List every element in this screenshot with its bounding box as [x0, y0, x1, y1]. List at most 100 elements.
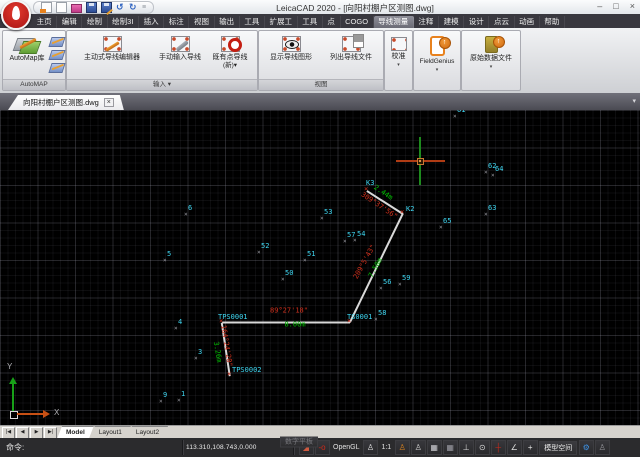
ribbon-panel-rawdata: ↑ 原始数据文件 ▾	[461, 30, 521, 91]
menu-tab-动画[interactable]: 动画	[515, 16, 540, 28]
automap-layers-icon-2[interactable]	[48, 50, 65, 60]
ucs-y-axis	[12, 381, 14, 414]
menu-tab-标注[interactable]: 标注	[164, 16, 189, 28]
maximize-button[interactable]: □	[613, 1, 618, 12]
grid-icon[interactable]: ▦	[443, 440, 458, 455]
panel-caption-view[interactable]: 视图	[259, 79, 383, 90]
chevron-down-icon: ▾	[387, 62, 410, 68]
point-marker: ×	[398, 282, 402, 288]
quick-access-toolbar: ↺ ↻ ≡	[33, 1, 154, 14]
ribbon-panel-fieldgenius: ↑ FieldGenius ▾	[413, 30, 461, 91]
undo-icon[interactable]: ↺	[116, 3, 125, 12]
point-label: 65	[443, 218, 451, 225]
open-file-icon[interactable]	[71, 4, 82, 13]
document-tab[interactable]: 向阳村棚户区测图.dwg ×	[8, 95, 124, 110]
redo-icon[interactable]: ↻	[129, 3, 138, 12]
point-marker: ×	[379, 286, 383, 292]
qat-more-icon[interactable]: ≡	[142, 4, 146, 11]
crosshair-icon[interactable]: +	[523, 440, 538, 455]
menu-tab-输出[interactable]: 输出	[215, 16, 240, 28]
tablet-button[interactable]: 数字平板	[280, 437, 318, 448]
dimension-text: 8.00m	[284, 322, 305, 329]
menu-tab-注释[interactable]: 注释	[414, 16, 439, 28]
existing-points-traverse-button[interactable]: 既有点导线 (新)▾	[205, 36, 255, 69]
status-toggles: ◢-oOpenGL♙1:1♙♙▦▦⊥⊙┼∠+模型空间数字平板⚙♙	[298, 438, 610, 457]
save-icon[interactable]	[86, 2, 97, 13]
command-prompt[interactable]: 命令:	[6, 442, 24, 453]
layout-nav-buttons: |◀◀▶▶|	[2, 427, 57, 439]
station-label: K2	[406, 206, 414, 213]
calibrate-button[interactable]: 校准 ▾	[387, 37, 410, 68]
ribbon-panel-input: 主动式导线编辑器 手动输入导线 既有点导线 (新)▾ 输入 ▾	[66, 30, 258, 91]
menu-tab-视图[interactable]: 视图	[189, 16, 214, 28]
menu-tab-导线测量[interactable]: 导线测量	[374, 16, 414, 28]
menu-tab-绘制3I[interactable]: 绘制3I	[108, 16, 139, 28]
menu-tab-建模[interactable]: 建模	[439, 16, 464, 28]
close-button[interactable]: ×	[630, 1, 635, 12]
dimension-text: 3.26m	[212, 341, 222, 363]
fieldgenius-button[interactable]: ↑ FieldGenius ▾	[416, 36, 458, 73]
automap-small-buttons	[50, 37, 64, 73]
new-file-icon[interactable]	[56, 2, 67, 13]
manual-input-traverse-button[interactable]: 手动输入导线	[153, 36, 207, 62]
point-label: 5	[167, 251, 171, 258]
ribbon: AutoMap库 AutoMAP 主动式导线编辑器 手动输入导线 既有点导线 (…	[0, 28, 640, 94]
model-space-button[interactable]: 模型空间	[539, 441, 577, 455]
automap-library-button[interactable]: AutoMap库	[5, 36, 49, 63]
menu-tab-编辑[interactable]: 编辑	[57, 16, 82, 28]
document-close-icon[interactable]: ×	[104, 98, 114, 107]
automap-layers-icon-3[interactable]	[48, 63, 65, 73]
menu-tab-工具[interactable]: 工具	[240, 16, 265, 28]
user-small-icon[interactable]: ♙	[595, 440, 610, 455]
panel-caption-automap[interactable]: AutoMAP	[3, 79, 65, 90]
menu-tab-扩展工[interactable]: 扩展工	[265, 16, 298, 28]
annotation-user-icon[interactable]: ♙	[395, 440, 410, 455]
user-icon[interactable]: ♙	[363, 440, 378, 455]
ucs-x-label: X	[54, 409, 59, 417]
menu-tab-绘制[interactable]: 绘制	[82, 16, 107, 28]
settings-gear-icon[interactable]: ⚙	[579, 440, 594, 455]
fieldgenius-phone-icon: ↑	[430, 36, 445, 56]
polar-icon[interactable]: ⊙	[475, 440, 490, 455]
new-template-icon[interactable]	[41, 2, 52, 13]
point-label: 56	[383, 279, 391, 286]
layout-nav-icon-0[interactable]: |◀	[2, 427, 15, 439]
drawing-canvas[interactable]: Y X ×61×62×64×63×65×53×6×57×54×5×52×51×5…	[0, 110, 640, 425]
menu-tab-点[interactable]: 点	[323, 16, 341, 28]
station-label: K3	[366, 180, 374, 187]
ortho-icon[interactable]: ⊥	[459, 440, 474, 455]
layout-nav-icon-1[interactable]: ◀	[16, 427, 29, 439]
minimize-button[interactable]: –	[597, 1, 602, 12]
save-as-icon[interactable]	[101, 2, 112, 13]
menu-tab-COGO[interactable]: COGO	[341, 16, 374, 28]
automap-layers-icon-1[interactable]	[48, 37, 65, 47]
layout-nav-icon-3[interactable]: ▶|	[44, 427, 57, 439]
menu-tab-设计[interactable]: 设计	[464, 16, 489, 28]
layout-nav-icon-2[interactable]: ▶	[30, 427, 43, 439]
raw-data-device-icon: ↑	[485, 36, 498, 53]
show-traverse-graphics-button[interactable]: 显示导线图形	[261, 36, 321, 62]
point-label: 59	[402, 275, 410, 282]
point-label: 54	[357, 231, 365, 238]
snap-icon[interactable]: ▦	[427, 440, 442, 455]
raw-data-file-button[interactable]: ↑ 原始数据文件 ▾	[464, 36, 518, 70]
upload-arrow-icon: ↑	[439, 37, 451, 49]
menu-tabs: 主页编辑绘制绘制3I插入标注视图输出工具扩展工工具点COGO导线测量注释建模设计…	[0, 14, 640, 28]
ribbon-panel-view: 显示导线图形 列出导线文件 视图	[258, 30, 384, 91]
active-traverse-editor-button[interactable]: 主动式导线编辑器	[71, 36, 153, 62]
otrack-icon[interactable]: ∠	[507, 440, 522, 455]
menu-tab-工具[interactable]: 工具	[298, 16, 323, 28]
menu-tab-主页[interactable]: 主页	[32, 16, 57, 28]
app-logo-icon[interactable]	[1, 0, 31, 30]
menu-tab-插入[interactable]: 插入	[139, 16, 164, 28]
panel-caption-input[interactable]: 输入 ▾	[67, 79, 257, 90]
menu-tab-帮助[interactable]: 帮助	[540, 16, 565, 28]
upload-arrow-icon: ↑	[493, 36, 505, 48]
menu-tab-点云[interactable]: 点云	[489, 16, 514, 28]
list-traverse-file-button[interactable]: 列出导线文件	[321, 36, 381, 62]
osnap-icon[interactable]: ┼	[491, 440, 506, 455]
station-tick-icon: ×	[400, 209, 404, 216]
tab-overflow-icon[interactable]: ▾	[632, 97, 636, 105]
user-star-icon[interactable]: ♙	[411, 440, 426, 455]
point-marker: ×	[453, 114, 457, 120]
